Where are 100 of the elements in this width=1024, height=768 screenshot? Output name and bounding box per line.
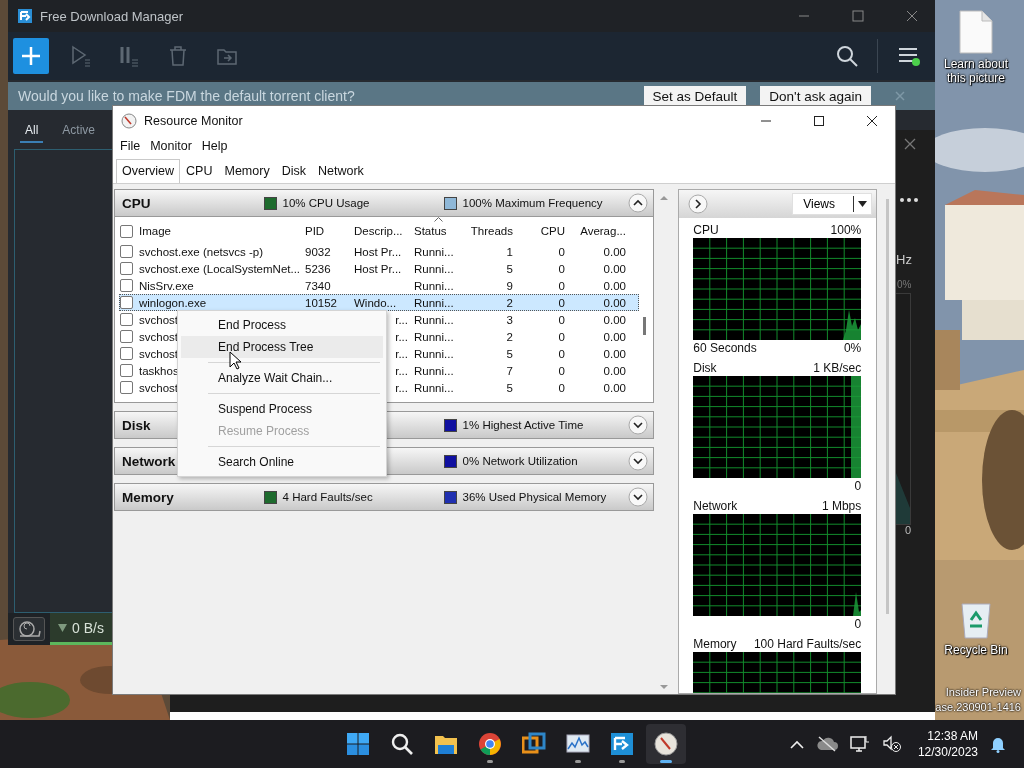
clock-date[interactable]: 12/30/2023 xyxy=(917,744,978,760)
checkbox[interactable] xyxy=(120,381,133,394)
clock-time[interactable]: 12:38 AM xyxy=(927,728,978,744)
start-icon xyxy=(346,732,370,756)
tab[interactable]: Overview xyxy=(116,159,181,183)
filter-tab[interactable]: Active xyxy=(57,120,101,143)
table-cell: 0 xyxy=(558,279,565,292)
table-cell: 5 xyxy=(506,347,513,360)
expand-icon[interactable] xyxy=(627,451,648,471)
column-header[interactable]: CPU xyxy=(519,225,571,237)
checkbox[interactable] xyxy=(120,279,133,292)
context-menu-item[interactable]: Search Online xyxy=(181,451,383,473)
selected-row[interactable]: winlogon.exe 10152 Windo... Runni... 2 0 0.00 xyxy=(119,294,639,311)
cloud-off-icon[interactable] xyxy=(815,736,838,752)
browser-icon xyxy=(478,732,502,756)
table-cell: 0.00 xyxy=(603,279,626,292)
stat-text: 4 Hard Faults/sec xyxy=(282,491,373,503)
network-icon[interactable] xyxy=(849,735,870,753)
column-header[interactable]: PID xyxy=(304,225,354,237)
context-menu-item[interactable]: Analyze Wait Chain... xyxy=(181,367,383,389)
graph-max-label: 100 Hard Faults/sec xyxy=(753,637,862,651)
menu-item[interactable]: Monitor xyxy=(145,137,197,155)
column-header[interactable]: Image xyxy=(139,225,304,237)
cursor-icon xyxy=(229,351,241,370)
checkbox[interactable] xyxy=(120,364,133,377)
banner-button[interactable]: Don't ask again xyxy=(760,85,871,107)
window-title: Resource Monitor xyxy=(144,113,243,128)
table-cell: 0 xyxy=(558,313,565,326)
speed-limit-button[interactable] xyxy=(13,617,45,641)
column-header[interactable]: Threads xyxy=(466,225,519,237)
scroll-down-icon[interactable] xyxy=(659,685,668,690)
context-menu-item[interactable]: End Process Tree xyxy=(181,336,383,358)
checkbox[interactable] xyxy=(120,245,133,258)
tab[interactable]: Network xyxy=(311,159,370,183)
graph-max-label: 1 KB/sec xyxy=(813,361,862,375)
add-button[interactable] xyxy=(13,38,49,74)
section-header[interactable]: Memory 4 Hard Faults/sec 36% Used Physical Memory xyxy=(114,483,654,511)
table-cell: Runni... xyxy=(414,296,454,309)
close-icon[interactable] xyxy=(866,114,878,127)
table-cell: 0.00 xyxy=(603,364,626,377)
section-header[interactable]: CPU 10% CPU Usage 100% Maximum Frequency xyxy=(114,189,654,217)
menu-icon[interactable] xyxy=(897,45,921,67)
expand-icon[interactable] xyxy=(627,415,648,435)
file-icon[interactable] xyxy=(959,10,993,54)
graph-min-label: 0 xyxy=(854,479,862,493)
bell-icon[interactable] xyxy=(990,735,1006,753)
banner-button[interactable]: Set as Default xyxy=(643,85,747,107)
table-cell: 10152 xyxy=(305,296,337,309)
stat-text: 0% Network Utilization xyxy=(462,455,578,467)
expand-pane-icon[interactable] xyxy=(687,194,708,214)
axis-label: 0 xyxy=(905,524,912,536)
tab[interactable]: Memory xyxy=(218,159,276,183)
gauge-icon xyxy=(121,112,137,129)
scrollbar[interactable] xyxy=(886,199,889,614)
table-cell: 0.00 xyxy=(603,347,626,360)
table-cell: Runni... xyxy=(414,364,454,377)
collapse-icon[interactable] xyxy=(627,193,648,213)
expand-icon[interactable] xyxy=(627,487,648,507)
checkbox[interactable] xyxy=(120,296,133,309)
scroll-up-icon[interactable] xyxy=(659,195,668,200)
mute-icon[interactable] xyxy=(881,735,902,753)
stat-text: 1% Highest Active Time xyxy=(462,419,584,431)
tab[interactable]: Disk xyxy=(275,159,312,183)
search-icon xyxy=(390,732,414,756)
scrollbar-thumb[interactable] xyxy=(642,317,646,335)
column-header[interactable]: Descrip... xyxy=(354,225,414,237)
menu-item[interactable]: Help xyxy=(196,137,233,155)
table-cell: 0 xyxy=(558,330,565,343)
table-cell: Windo... xyxy=(354,296,397,309)
down-arrow-icon xyxy=(58,623,67,632)
more-icon[interactable] xyxy=(900,198,918,202)
column-header[interactable]: Status xyxy=(414,225,466,237)
arrow-app-icon xyxy=(610,732,634,756)
tab[interactable]: CPU xyxy=(180,159,219,183)
table-cell: Runni... xyxy=(414,279,454,292)
menu-item[interactable]: File xyxy=(115,137,146,155)
graph-title: Disk xyxy=(693,361,717,375)
table-cell: 0 xyxy=(558,262,565,275)
graph-min-label: 0% xyxy=(843,341,862,355)
context-menu-item[interactable]: End Process xyxy=(181,314,383,336)
column-header[interactable]: Averag... xyxy=(571,225,632,237)
maximize-icon[interactable] xyxy=(813,114,825,127)
table-cell: 2 xyxy=(506,330,513,343)
filter-tab[interactable]: All xyxy=(20,120,44,143)
views-dropdown[interactable]: Views xyxy=(792,193,872,215)
section-title: CPU xyxy=(122,195,151,211)
graph-span-label: 60 Seconds xyxy=(693,341,757,355)
table-cell: NisSrv.exe xyxy=(139,279,194,292)
checkbox[interactable] xyxy=(120,262,133,275)
table-cell: 0 xyxy=(558,245,565,258)
context-menu-item[interactable]: Suspend Process xyxy=(181,398,383,420)
checkbox[interactable] xyxy=(120,347,133,360)
table-cell: 9 xyxy=(506,279,513,292)
checkbox[interactable] xyxy=(120,313,133,326)
search-icon[interactable] xyxy=(836,45,858,67)
taskbar-button[interactable] xyxy=(646,724,686,764)
checkbox[interactable] xyxy=(120,224,133,238)
checkbox[interactable] xyxy=(120,330,133,343)
chevron-up-icon[interactable] xyxy=(789,739,804,749)
table-cell: Host Pr... xyxy=(354,262,402,275)
